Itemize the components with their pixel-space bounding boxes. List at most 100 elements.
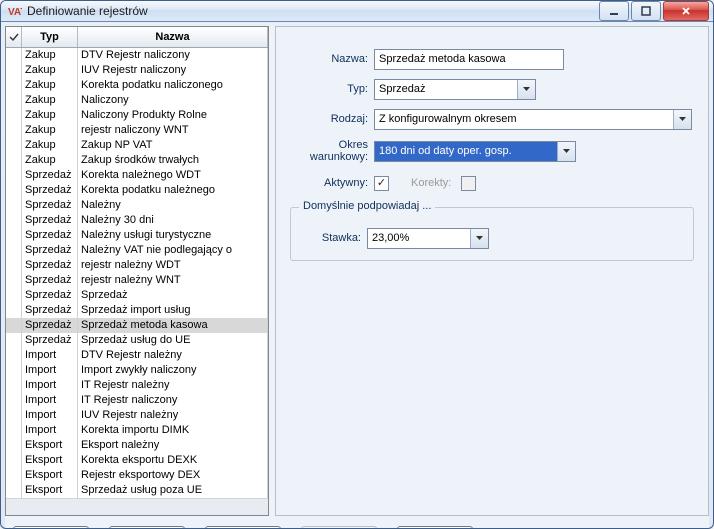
row-marker: [6, 333, 22, 348]
cell-nazwa: Korekta podatku naliczonego: [78, 78, 268, 93]
cell-typ: Import: [22, 378, 78, 393]
table-row[interactable]: ZakupIUV Rejestr naliczony: [6, 63, 268, 78]
table-row[interactable]: ZakupKorekta podatku naliczonego: [6, 78, 268, 93]
cell-typ: Zakup: [22, 48, 78, 63]
cell-typ: Eksport: [22, 438, 78, 453]
minimize-button[interactable]: [599, 1, 629, 21]
chevron-down-icon[interactable]: [517, 80, 535, 99]
table-row[interactable]: SprzedażSprzedaż import usług: [6, 303, 268, 318]
cell-nazwa: Import zwykły naliczony: [78, 363, 268, 378]
table-row[interactable]: SprzedażSprzedaż metoda kasowa: [6, 318, 268, 333]
row-marker: [6, 153, 22, 168]
row-marker: [6, 138, 22, 153]
table-row[interactable]: ImportIUV Rejestr należny: [6, 408, 268, 423]
table-row[interactable]: ZakupNaliczony Produkty Rolne: [6, 108, 268, 123]
row-marker: [6, 183, 22, 198]
cell-nazwa: Zakup NP VAT: [78, 138, 268, 153]
cell-nazwa: Naliczony Produkty Rolne: [78, 108, 268, 123]
table-row[interactable]: ZakupDTV Rejestr naliczony: [6, 48, 268, 63]
cell-typ: Import: [22, 363, 78, 378]
titlebar[interactable]: VAT Definiowanie rejestrów: [1, 1, 713, 22]
chevron-down-icon[interactable]: [557, 142, 575, 161]
cell-nazwa: IUV Rejestr naliczony: [78, 63, 268, 78]
cell-nazwa: Rejestr eksportowy DEX: [78, 468, 268, 483]
cell-nazwa: Sprzedaż import usług: [78, 303, 268, 318]
table-row[interactable]: EksportEksport należny: [6, 438, 268, 453]
table-row[interactable]: Zakuprejestr naliczony WNT: [6, 123, 268, 138]
cell-nazwa: Korekta importu DIMK: [78, 423, 268, 438]
row-marker: [6, 348, 22, 363]
cell-typ: Eksport: [22, 468, 78, 483]
window-controls: [599, 1, 709, 21]
cell-typ: Sprzedaż: [22, 213, 78, 228]
cell-nazwa: Należny usługi turystyczne: [78, 228, 268, 243]
stawka-combo[interactable]: 23,00%: [367, 228, 489, 249]
row-marker: [6, 243, 22, 258]
table-row[interactable]: Sprzedażrejestr należny WNT: [6, 273, 268, 288]
zapisz-button[interactable]: Zapisz: [205, 526, 281, 529]
table-row[interactable]: SprzedażKorekta należnego WDT: [6, 168, 268, 183]
cell-nazwa: IT Rejestr należny: [78, 378, 268, 393]
aktywny-checkbox[interactable]: [374, 176, 389, 191]
table-row[interactable]: ImportIT Rejestr naliczony: [6, 393, 268, 408]
cell-nazwa: rejestr należny WNT: [78, 273, 268, 288]
cell-nazwa: Sprzedaż: [78, 288, 268, 303]
usun-button[interactable]: Usuń: [109, 526, 185, 529]
cell-nazwa: IUV Rejestr należny: [78, 408, 268, 423]
okres-combo[interactable]: 180 dni od daty oper. gosp.: [374, 141, 576, 162]
okres-label: Okres warunkowy:: [290, 139, 368, 163]
table-row[interactable]: EksportKorekta eksportu DEXK: [6, 453, 268, 468]
rodzaj-combo[interactable]: Z konfigurowalnym okresem: [374, 109, 692, 130]
table-row[interactable]: EksportRejestr eksportowy DEX: [6, 468, 268, 483]
table-row[interactable]: SprzedażSprzedaż: [6, 288, 268, 303]
window-title: Definiowanie rejestrów: [27, 4, 599, 18]
table-row[interactable]: SprzedażNależny usługi turystyczne: [6, 228, 268, 243]
table-row[interactable]: SprzedażNależny 30 dni: [6, 213, 268, 228]
row-marker: [6, 78, 22, 93]
chevron-down-icon[interactable]: [470, 229, 488, 248]
typ-combo[interactable]: Sprzedaż: [374, 79, 536, 100]
cell-nazwa: DTV Rejestr naliczony: [78, 48, 268, 63]
row-marker: [6, 63, 22, 78]
table-row[interactable]: ZakupZakup środków trwałych: [6, 153, 268, 168]
row-marker: [6, 273, 22, 288]
table-row[interactable]: ImportIT Rejestr należny: [6, 378, 268, 393]
zamknij-button[interactable]: Zamknij: [397, 526, 473, 529]
cell-typ: Sprzedaż: [22, 333, 78, 348]
cell-typ: Sprzedaż: [22, 303, 78, 318]
table-row[interactable]: SprzedażNależny: [6, 198, 268, 213]
stawka-combo-text: 23,00%: [368, 229, 470, 248]
svg-text:VAT: VAT: [8, 7, 22, 18]
col-header-nazwa[interactable]: Nazwa: [78, 27, 268, 47]
close-button[interactable]: [663, 1, 709, 21]
table-row[interactable]: ZakupNaliczony: [6, 93, 268, 108]
table-row[interactable]: EksportSprzedaż usług poza UE: [6, 483, 268, 498]
table-row[interactable]: SprzedażSprzedaż usług do UE: [6, 333, 268, 348]
row-marker: [6, 168, 22, 183]
cell-nazwa: Należny 30 dni: [78, 213, 268, 228]
table-row[interactable]: ImportKorekta importu DIMK: [6, 423, 268, 438]
table-row[interactable]: SprzedażNależny VAT nie podlegający o: [6, 243, 268, 258]
row-marker: [6, 228, 22, 243]
grid-hscroll-area[interactable]: [6, 498, 268, 515]
maximize-button[interactable]: [631, 1, 661, 21]
table-row[interactable]: ImportImport zwykły naliczony: [6, 363, 268, 378]
table-row[interactable]: ZakupZakup NP VAT: [6, 138, 268, 153]
korekty-label: Korekty:: [411, 177, 451, 189]
row-marker: [6, 423, 22, 438]
dodaj-button[interactable]: Dodaj: [13, 526, 89, 529]
chevron-down-icon[interactable]: [673, 110, 691, 129]
col-header-typ[interactable]: Typ: [22, 27, 78, 47]
cell-typ: Sprzedaż: [22, 168, 78, 183]
row-marker: [6, 108, 22, 123]
cell-nazwa: rejestr naliczony WNT: [78, 123, 268, 138]
table-row[interactable]: Sprzedażrejestr należny WDT: [6, 258, 268, 273]
nazwa-input[interactable]: [374, 49, 564, 70]
registers-grid[interactable]: Typ Nazwa ZakupDTV Rejestr naliczonyZaku…: [5, 26, 269, 516]
col-header-marker[interactable]: [6, 27, 22, 47]
grid-body[interactable]: ZakupDTV Rejestr naliczonyZakupIUV Rejes…: [6, 48, 268, 498]
typ-combo-text: Sprzedaż: [375, 80, 517, 99]
table-row[interactable]: ImportDTV Rejestr należny: [6, 348, 268, 363]
cell-typ: Sprzedaż: [22, 273, 78, 288]
table-row[interactable]: SprzedażKorekta podatku należnego: [6, 183, 268, 198]
